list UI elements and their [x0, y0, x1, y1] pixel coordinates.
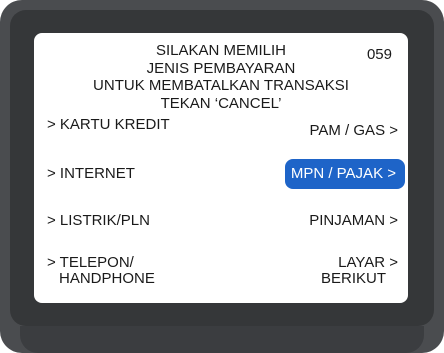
option-mpn-pajak[interactable]: MPN / PAJAK > — [285, 159, 405, 189]
option-telepon-line-1: > TELEPON/ — [47, 254, 134, 271]
option-pam-gas[interactable]: PAM / GAS > — [310, 123, 399, 139]
instruction-line-2: JENIS PEMBAYARAN — [146, 59, 296, 77]
option-pinjaman[interactable]: PINJAMAN > — [309, 213, 398, 229]
option-telepon-line-2: HANDPHONE — [59, 270, 155, 287]
option-layar-line-1: LAYAR > — [338, 254, 398, 271]
option-layar-berikut[interactable]: LAYAR > BERIKUT — [321, 255, 398, 287]
option-internet[interactable]: > INTERNET — [47, 166, 135, 182]
instruction-line-3: UNTUK MEMBATALKAN TRANSAKSI — [93, 77, 349, 94]
instruction-line-4: TEKAN ‘CANCEL’ — [160, 94, 282, 112]
option-telepon-handphone[interactable]: > TELEPON/ HANDPHONE — [47, 255, 155, 287]
atm-bezel-bottom — [20, 326, 424, 353]
instruction-text: SILAKAN MEMILIH JENIS PEMBAYARAN UNTUK M… — [34, 42, 408, 112]
option-layar-line-2: BERIKUT — [320, 270, 386, 287]
screen-code: 059 — [366, 46, 392, 63]
option-listrik-pln[interactable]: > LISTRIK/PLN — [47, 213, 150, 229]
option-kartu-kredit[interactable]: > KARTU KREDIT — [47, 117, 170, 133]
atm-screen: SILAKAN MEMILIH JENIS PEMBAYARAN UNTUK M… — [34, 33, 408, 303]
instruction-line-1: SILAKAN MEMILIH — [155, 42, 287, 59]
